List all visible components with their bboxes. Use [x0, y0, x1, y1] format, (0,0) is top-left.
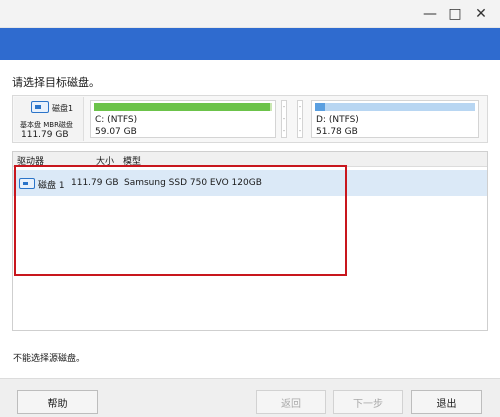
partition-d-label: D: (NTFS)	[316, 115, 359, 125]
disk-size: 111.79 GB	[21, 130, 69, 140]
close-icon: ✕	[475, 6, 487, 22]
help-button[interactable]: 帮助	[17, 390, 98, 414]
partition-c-label: C: (NTFS)	[95, 115, 138, 125]
back-button[interactable]: 返回	[256, 390, 326, 414]
instruction-text: 请选择目标磁盘。	[12, 76, 100, 89]
disk-type: 基本盘 MBR磁盘	[20, 121, 73, 129]
close-button[interactable]: ✕	[470, 3, 492, 25]
minimize-button[interactable]: —	[419, 3, 441, 25]
highlight-box	[14, 165, 347, 276]
disk-name: 磁盘1	[52, 104, 74, 113]
partition-d-used-fill	[315, 103, 325, 111]
partition-c-size: 59.07 GB	[95, 127, 137, 137]
exit-button[interactable]: 退出	[411, 390, 482, 414]
minimize-icon: —	[423, 6, 437, 22]
partition-separator: ---	[297, 100, 303, 138]
disk-icon	[31, 101, 49, 113]
partition-d-bar	[315, 103, 475, 111]
maximize-button[interactable]: □	[444, 3, 466, 25]
status-message: 不能选择源磁盘。	[13, 354, 86, 364]
partition-d-size: 51.78 GB	[316, 127, 358, 137]
maximize-icon: □	[448, 6, 462, 22]
next-button[interactable]: 下一步	[333, 390, 403, 414]
partition-c-used-fill	[94, 103, 270, 111]
partition-separator: ---	[281, 100, 287, 138]
